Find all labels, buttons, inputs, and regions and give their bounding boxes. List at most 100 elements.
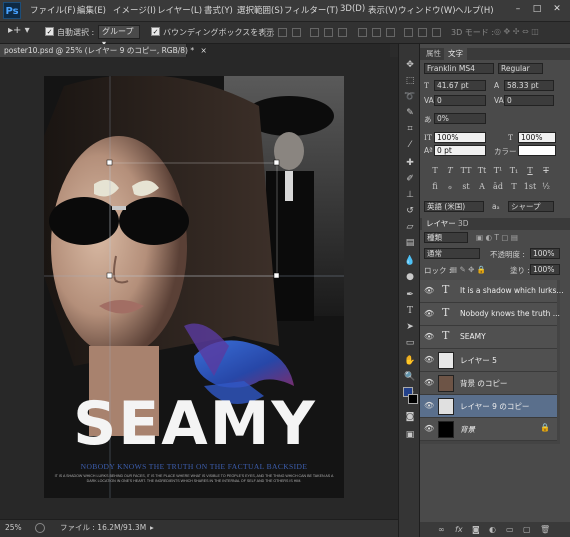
leading-field[interactable]: 58.33 pt	[504, 80, 554, 91]
menu-filter[interactable]: フィルター(T)	[284, 4, 338, 16]
language-dropdown[interactable]: 英語 (米国)	[424, 201, 484, 212]
crop-tool-icon[interactable]: ⌗	[402, 122, 418, 136]
gradient-tool-icon[interactable]: ▤	[402, 236, 418, 250]
tab-character[interactable]: 文字	[444, 48, 467, 60]
group-icon[interactable]: ▭	[506, 522, 514, 537]
maximize-button[interactable]: □	[530, 3, 544, 16]
shape-tool-icon[interactable]: ▭	[402, 336, 418, 350]
adjustment-icon[interactable]: ◐	[489, 522, 496, 537]
menu-image[interactable]: イメージ(I)	[113, 4, 156, 16]
distribute-hcenter-icon[interactable]	[418, 28, 427, 37]
zoom-tool-icon[interactable]: 🔍	[402, 370, 418, 384]
contextual-alt-button[interactable]: ℴ	[443, 181, 457, 192]
baseline-shift-field[interactable]: 0 pt	[434, 145, 486, 156]
quick-mask-icon[interactable]: ◙	[402, 410, 418, 424]
tsume-field[interactable]: 0%	[434, 113, 486, 124]
underline-button[interactable]: T	[523, 165, 537, 176]
mask-icon[interactable]: ◙	[472, 522, 480, 537]
menu-layer[interactable]: レイヤー(L)	[157, 4, 202, 16]
screen-mode-icon[interactable]: ▣	[402, 428, 418, 442]
discretionary-ligature-button[interactable]: st	[459, 181, 473, 192]
layer-row-text-nobody[interactable]: 👁 T Nobody knows the truth ...	[420, 303, 560, 326]
hand-tool-icon[interactable]: ✋	[402, 354, 418, 368]
fx-icon[interactable]: fx	[455, 522, 463, 537]
menu-select[interactable]: 選択範囲(S)	[237, 4, 283, 16]
vertical-scale-field[interactable]: 100%	[434, 132, 486, 143]
visibility-eye-icon[interactable]: 👁	[424, 309, 434, 319]
small-caps-button[interactable]: Tt	[475, 165, 489, 176]
menu-help[interactable]: ヘルプ(H)	[455, 4, 494, 16]
app-logo[interactable]: Ps	[3, 2, 21, 19]
pen-tool-icon[interactable]: ✒	[402, 288, 418, 302]
layer-row-background[interactable]: 👁 背景 🔒	[420, 418, 557, 441]
strikethrough-button[interactable]: T	[539, 165, 553, 176]
dodge-tool-icon[interactable]: ●	[402, 270, 418, 284]
antialias-dropdown[interactable]: シャープ	[508, 201, 554, 212]
distribute-top-icon[interactable]	[358, 28, 367, 37]
opacity-field[interactable]: 100%	[530, 248, 560, 259]
auto-select-dropdown[interactable]: グループ ▾	[98, 25, 140, 48]
swash-button[interactable]: A	[475, 181, 489, 192]
status-options-icon[interactable]	[35, 523, 45, 533]
menu-file[interactable]: ファイル(F)	[30, 4, 76, 16]
zoom-level[interactable]: 25%	[5, 520, 22, 536]
blur-tool-icon[interactable]: 💧	[402, 254, 418, 268]
menu-type[interactable]: 書式(Y)	[204, 4, 233, 16]
distribute-right-icon[interactable]	[432, 28, 441, 37]
quick-select-tool-icon[interactable]: ✎	[402, 106, 418, 120]
layer-row-layer5[interactable]: 👁 レイヤー 5	[420, 349, 557, 372]
fractions-button[interactable]: ½	[539, 181, 553, 192]
healing-brush-tool-icon[interactable]: ✚	[402, 156, 418, 170]
tab-properties[interactable]: 属性	[422, 48, 445, 60]
font-style-dropdown[interactable]: Regular	[498, 63, 543, 74]
visibility-eye-icon[interactable]: 👁	[424, 355, 434, 365]
eyedropper-tool-icon[interactable]: ⁄	[402, 138, 418, 152]
eraser-tool-icon[interactable]: ▱	[402, 220, 418, 234]
document-tab[interactable]: poster10.psd @ 25% (レイヤー 9 のコピー, RGB/8) …	[0, 44, 207, 57]
horizontal-scale-field[interactable]: 100%	[518, 132, 556, 143]
clone-stamp-tool-icon[interactable]: ⊥	[402, 188, 418, 202]
layer-filter-icons[interactable]: ▣ ◐ T ▢ ▤	[476, 233, 518, 242]
lock-icons[interactable]: ▦ ✎ ✥ 🔒	[450, 265, 486, 274]
faux-italic-button[interactable]: T	[443, 165, 457, 176]
poster-canvas[interactable]: SEAMY NOBODY KNOWS THE TRUTH ON THE FACT…	[44, 76, 344, 498]
visibility-eye-icon[interactable]: 👁	[424, 424, 434, 434]
type-tool-icon[interactable]: T	[402, 304, 418, 318]
menu-3d[interactable]: 3D(D)	[340, 4, 365, 14]
distribute-center-icon[interactable]	[372, 28, 381, 37]
titling-button[interactable]: T	[507, 181, 521, 192]
visibility-eye-icon[interactable]: 👁	[424, 332, 434, 342]
font-size-field[interactable]: 41.67 pt	[434, 80, 486, 91]
link-icon[interactable]: ∞	[438, 522, 445, 537]
status-menu-arrow-icon[interactable]: ▸	[150, 520, 154, 536]
menu-edit[interactable]: 編集(E)	[77, 4, 106, 16]
auto-select-checkbox[interactable]: ✓	[45, 27, 54, 36]
history-brush-tool-icon[interactable]: ↺	[402, 204, 418, 218]
subscript-button[interactable]: T₁	[507, 165, 521, 176]
minimize-button[interactable]: –	[511, 3, 525, 16]
align-bottom-icon[interactable]	[292, 28, 301, 37]
align-left-icon[interactable]	[310, 28, 319, 37]
brush-tool-icon[interactable]: ✐	[402, 172, 418, 186]
layer-filter-dropdown[interactable]: 種類	[424, 232, 468, 243]
tracking-field[interactable]: 0	[504, 95, 554, 106]
distribute-bottom-icon[interactable]	[386, 28, 395, 37]
background-color-swatch[interactable]	[408, 394, 418, 404]
fill-field[interactable]: 100%	[530, 264, 560, 275]
distribute-left-icon[interactable]	[404, 28, 413, 37]
close-tab-icon[interactable]: ×	[201, 46, 207, 55]
ligature-button[interactable]: fi	[428, 181, 442, 192]
font-family-dropdown[interactable]: Franklin MS4	[424, 63, 494, 74]
align-hcenter-icon[interactable]	[324, 28, 333, 37]
blend-mode-dropdown[interactable]: 通常	[424, 248, 480, 259]
faux-bold-button[interactable]: T	[428, 165, 442, 176]
layer-row-layer9-copy[interactable]: 👁 レイヤー 9 のコピー	[420, 395, 557, 418]
tab-3d[interactable]: 3D	[454, 218, 473, 230]
visibility-eye-icon[interactable]: 👁	[424, 286, 434, 296]
menu-view[interactable]: 表示(V)	[368, 4, 397, 16]
canvas-area[interactable]: SEAMY NOBODY KNOWS THE TRUTH ON THE FACT…	[0, 57, 398, 519]
marquee-tool-icon[interactable]: ⬚	[402, 74, 418, 88]
align-right-icon[interactable]	[338, 28, 347, 37]
align-vcenter-icon[interactable]	[278, 28, 287, 37]
trash-icon[interactable]: 🗑	[540, 522, 550, 537]
